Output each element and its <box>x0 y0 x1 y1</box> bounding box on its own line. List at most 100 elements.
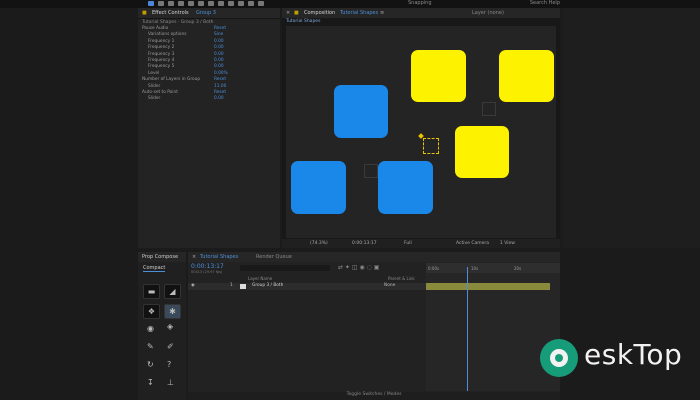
effect-control-value[interactable]: 0.00% <box>214 71 228 76</box>
pin-icon[interactable]: ✎ <box>147 342 154 351</box>
layer-name-header[interactable]: Layer Name <box>248 276 272 281</box>
zoom-select[interactable]: (74.3%) <box>310 241 328 246</box>
blue-square-2[interactable] <box>291 161 346 214</box>
yellow-square-3[interactable] <box>455 126 509 178</box>
effect-control-value[interactable]: 0.00 <box>214 64 224 69</box>
playhead[interactable] <box>467 267 468 391</box>
close-icon[interactable]: × <box>286 10 290 16</box>
effect-control-value[interactable]: 11.00 <box>214 84 226 89</box>
ruler-label-1: 10s <box>471 266 479 271</box>
timeline-tabbar: × Tutorial Shapes Render Queue <box>188 252 560 262</box>
effect-controls-panel: ■ Effect Controls Group 3 Tutorial Shape… <box>138 8 280 248</box>
zoom-tool-icon[interactable] <box>168 1 174 6</box>
tab-layer[interactable]: Layer (none) <box>472 10 504 16</box>
layer-search-input[interactable] <box>240 265 330 271</box>
effect-control-value[interactable]: 0.00 <box>214 52 224 57</box>
eye-off-icon[interactable]: ◈ <box>167 322 173 331</box>
camera-tool-icon[interactable] <box>188 1 194 6</box>
brush-tool-icon[interactable] <box>218 1 224 6</box>
eye-icon[interactable]: ◉ <box>147 324 154 333</box>
blue-square-3[interactable] <box>378 161 433 214</box>
parent-header[interactable]: Parent & Link <box>388 276 415 281</box>
resolution-select[interactable]: Full <box>404 241 412 246</box>
table-row[interactable]: ◉ 1 Group 3 / Both None <box>188 283 426 290</box>
effect-control-value[interactable]: Reset <box>214 90 226 95</box>
snapping-toggle[interactable]: Snapping <box>408 0 432 6</box>
tab-tutorial-shapes[interactable]: Tutorial Shapes <box>200 254 238 260</box>
parent-select[interactable]: None <box>384 283 395 288</box>
timeline-toggle-icons[interactable]: ⇄ ✦ ◫ ◉ ◌ ▣ <box>338 264 379 271</box>
effect-control-row[interactable]: Slider 0.00 <box>138 96 280 102</box>
hand-tool-icon[interactable] <box>158 1 164 6</box>
ruler-label-0: 0:00s <box>428 266 440 271</box>
stamp-tool-icon[interactable] <box>228 1 234 6</box>
timeline-panel: × Tutorial Shapes Render Queue 0:00:13:1… <box>188 252 560 400</box>
effect-control-label: Pause Audio <box>142 26 169 31</box>
yellow-square-2[interactable] <box>499 50 554 102</box>
effect-control-label: Auto-set to Point <box>142 89 178 95</box>
selection-tool-icon[interactable] <box>148 1 154 6</box>
panel-menu-icon[interactable]: ■ <box>294 10 299 16</box>
text-tool-icon[interactable] <box>208 1 214 6</box>
effect-control-value[interactable]: Reset <box>214 77 226 82</box>
layer-index: 1 <box>230 283 233 288</box>
anchor-point-handle[interactable] <box>423 138 439 154</box>
effect-control-label: Number of Layers in Group <box>142 77 201 83</box>
visibility-eye-icon[interactable]: ◉ <box>191 283 195 288</box>
effect-control-label: Slider <box>148 96 161 102</box>
layer-name[interactable]: Group 3 / Both <box>252 283 283 288</box>
effect-control-label: Variations options <box>148 32 187 38</box>
composition-breadcrumb[interactable]: Tutorial Shapes <box>286 19 320 24</box>
views-select[interactable]: 1 View <box>500 241 515 246</box>
pen-tool-icon[interactable] <box>198 1 204 6</box>
effect-control-value[interactable]: 0.00 <box>214 45 224 50</box>
tab-render-queue[interactable]: Render Queue <box>256 254 292 260</box>
tab-composition-name[interactable]: Tutorial Shapes <box>340 10 378 16</box>
blue-square-1[interactable] <box>334 85 388 138</box>
close-icon[interactable]: × <box>192 254 196 260</box>
effect-control-value[interactable]: 0.00 <box>214 96 224 101</box>
top-toolbar: Snapping Search Help <box>0 0 700 8</box>
effect-control-value[interactable]: 0.00 <box>214 39 224 44</box>
align-horizontal-icon[interactable]: ▬ <box>143 284 160 299</box>
shapes-icon[interactable]: ❖ <box>143 304 160 319</box>
timeline-timecode[interactable]: 0:00:13:17 <box>191 263 224 270</box>
effect-control-label: Frequency 5 <box>148 64 175 70</box>
search-help-input[interactable]: Search Help <box>530 0 560 6</box>
comp-timecode[interactable]: 0:00:13:17 <box>352 241 377 246</box>
pin-alt-icon[interactable]: ✐ <box>167 342 174 351</box>
compact-tab[interactable]: Compact <box>143 265 166 272</box>
chart-icon[interactable]: ◢ <box>164 284 181 299</box>
help-icon[interactable]: ? <box>167 360 171 369</box>
baseline-icon[interactable]: ⊥ <box>167 378 174 387</box>
effect-controls-breadcrumb: Tutorial Shapes · Group 3 / Both <box>142 20 214 25</box>
effect-control-value[interactable]: Sine <box>214 32 223 37</box>
toggle-switches-modes[interactable]: Toggle Switches / Modes <box>188 392 560 400</box>
tab-effect-controls[interactable]: Effect Controls <box>152 10 189 16</box>
time-ruler[interactable]: 0:00s 10s 20s <box>426 263 560 273</box>
camera-select[interactable]: Active Camera <box>456 241 489 246</box>
effect-controls-tabbar: ■ Effect Controls Group 3 <box>138 8 280 19</box>
yellow-square-1[interactable] <box>411 50 466 102</box>
grid-icon[interactable]: ✱ <box>164 304 181 319</box>
rotate-tool-icon[interactable] <box>178 1 184 6</box>
eraser-tool-icon[interactable] <box>238 1 244 6</box>
comp-menu-icon[interactable]: ≡ <box>380 10 384 16</box>
pin-tool-icon[interactable] <box>258 1 264 6</box>
desktop-logo: eskTop <box>540 336 700 382</box>
layer-color-label[interactable] <box>240 284 246 289</box>
tab-effect-target[interactable]: Group 3 <box>196 10 216 16</box>
panel-menu-icon[interactable]: ■ <box>142 10 147 16</box>
composition-viewer[interactable] <box>286 26 556 238</box>
down-arrow-icon[interactable]: ↧ <box>147 378 154 387</box>
tools-panel: Prop Compose Compact ▬ ◢ ❖ ✱ ◉ ◈ ✎ ✐ ↻ ?… <box>138 252 186 400</box>
effect-control-value[interactable]: 0.00 <box>214 58 224 63</box>
tab-prop-compose[interactable]: Prop Compose <box>142 254 178 260</box>
reset-icon[interactable]: ↻ <box>147 360 154 369</box>
effect-control-label: Frequency 3 <box>148 51 175 57</box>
tab-composition[interactable]: Composition <box>304 10 335 16</box>
effect-control-value[interactable]: Reset <box>214 26 226 31</box>
layer-duration-bar[interactable] <box>426 283 550 290</box>
puppet-tool-icon[interactable] <box>248 1 254 6</box>
ruler-label-2: 20s <box>514 266 522 271</box>
